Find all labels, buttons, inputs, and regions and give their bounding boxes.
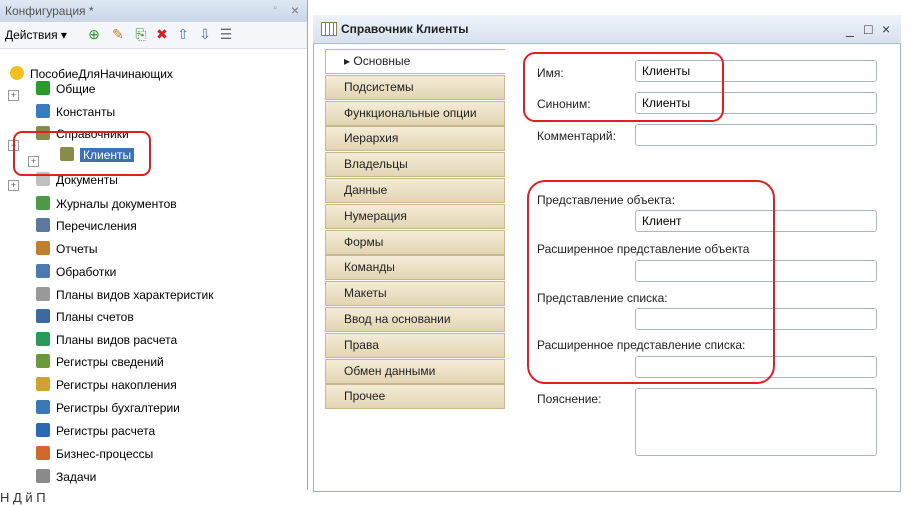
report-icon [36,241,50,255]
copy-icon[interactable]: ⎘ [133,26,149,42]
tab-3[interactable]: Иерархия [325,126,505,152]
tree-item[interactable]: Перечисления [36,216,137,236]
actions-menu[interactable]: Действия ▾ [5,28,67,42]
tree-item-label: Задачи [56,470,97,484]
task-icon [36,469,50,483]
pin-icon[interactable]: ▫ [273,3,277,14]
caption-text: Н Д й П [0,490,46,505]
maximize-icon[interactable]: □ [864,21,872,37]
explanation-field[interactable] [635,388,877,456]
tree-item[interactable]: Регистры сведений [36,352,164,372]
comment-label: Комментарий: [537,129,616,143]
tree-item[interactable]: Константы [36,102,115,122]
tree-item-label: Перечисления [56,219,137,233]
highlight-name-synonym [523,52,724,122]
window-title: Справочник Клиенты [341,22,469,36]
explanation-label: Пояснение: [537,392,602,406]
tab-5[interactable]: Данные [325,178,505,203]
catalog-icon [321,22,337,36]
tree-item[interactable]: Бизнес-процессы [36,444,153,464]
tree-item-label: Бизнес-процессы [56,447,154,461]
people-icon [36,81,50,95]
tree-item[interactable]: Журналы документов [36,194,177,214]
calc-plan-icon [36,332,50,346]
tree-item-label: Обработки [56,265,117,279]
configuration-panel-header: Конфигурация * ▫ × [0,0,307,23]
tree-item-label: Журналы документов [56,197,177,211]
configuration-toolbar: Действия ▾ ⊕ ✎ ⎘ ✖ ⇧ ⇩ ☰ [0,22,307,49]
configuration-title: Конфигурация * [5,4,94,18]
tree-item[interactable]: Регистры накопления [36,375,177,395]
processing-icon [36,264,50,278]
tab-0[interactable]: ▸ Основные [325,49,505,74]
calc-register-icon [36,423,50,437]
close-icon[interactable]: × [882,21,890,37]
tree-item[interactable]: Планы счетов [36,307,134,327]
tab-2[interactable]: Функциональные опции [325,100,505,126]
enum-icon [36,218,50,232]
info-register-icon [36,354,50,368]
config-root-icon [10,66,24,80]
catalog-editor-header: Справочник Клиенты _ □ × [313,15,901,44]
tab-10[interactable]: Ввод на основании [325,307,505,332]
comment-field[interactable] [635,124,877,146]
tree-item[interactable]: Задачи [36,467,96,487]
tab-7[interactable]: Формы [325,229,505,255]
tree-item[interactable]: Общие [36,79,95,99]
tree-item[interactable]: Регистры бухгалтерии [36,398,180,418]
highlight-catalogs [13,131,151,176]
expand-icon[interactable]: + [8,90,19,101]
tab-12[interactable]: Обмен данными [325,358,505,384]
delete-icon[interactable]: ✖ [154,26,170,42]
accounts-plan-icon [36,309,50,323]
tree-item-label: Планы видов расчета [56,333,178,347]
tree-item[interactable]: Планы видов расчета [36,330,177,350]
expand-icon[interactable]: + [8,180,19,191]
tab-1[interactable]: Подсистемы [325,74,505,100]
tab-8[interactable]: Команды [325,255,505,281]
move-up-icon[interactable]: ⇧ [175,26,191,42]
tab-11[interactable]: Права [325,332,505,358]
tab-6[interactable]: Нумерация [325,203,505,229]
tab-13[interactable]: Прочее [325,384,505,410]
tree-item-label: Отчеты [56,242,98,256]
tree-item-label: Константы [56,105,116,119]
tree-item[interactable]: Планы видов характеристик [36,285,213,305]
accum-register-icon [36,377,50,391]
tree-item-label: Планы видов характеристик [56,288,214,302]
tree-item-label: Планы счетов [56,310,134,324]
account-register-icon [36,400,50,414]
char-plan-icon [36,287,50,301]
move-down-icon[interactable]: ⇩ [197,26,213,42]
bizproc-icon [36,446,50,460]
highlight-representations [527,180,775,384]
edit-icon[interactable]: ✎ [110,26,126,42]
tree-item[interactable]: Отчеты [36,239,97,259]
minimize-icon[interactable]: _ [846,21,854,37]
tab-9[interactable]: Макеты [325,281,505,307]
list-icon[interactable]: ☰ [218,26,234,42]
tree-item-label: Регистры бухгалтерии [56,401,180,415]
constants-icon [36,104,50,118]
tree-item[interactable]: Обработки [36,262,116,282]
tree-item-label: Регистры сведений [56,355,164,369]
tab-4[interactable]: Владельцы [325,152,505,178]
journal-icon [36,196,50,210]
close-icon[interactable]: × [291,2,299,18]
tree-item-label: Общие [56,82,96,96]
tree-item-label: Регистры накопления [56,378,177,392]
tree-item-label: Регистры расчета [56,424,156,438]
add-icon[interactable]: ⊕ [86,26,102,42]
tree-item[interactable]: Регистры расчета [36,421,155,441]
